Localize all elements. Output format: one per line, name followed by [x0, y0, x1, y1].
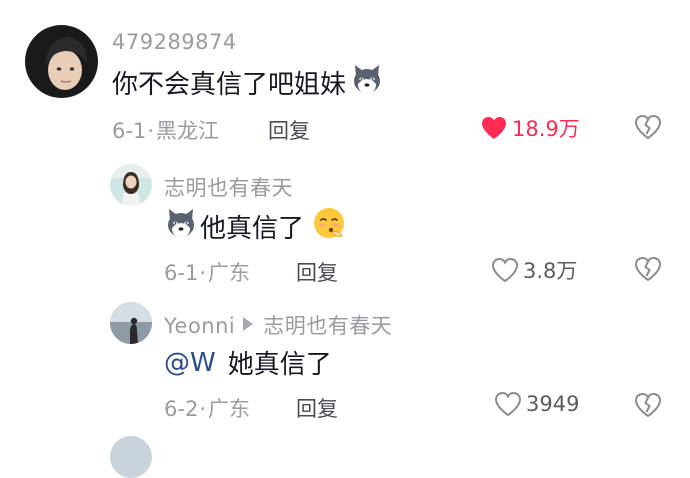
seaside-figure-avatar-icon: [110, 302, 152, 344]
reply-to-username[interactable]: 志明也有春天: [263, 314, 392, 338]
reply-button[interactable]: 回复: [268, 115, 310, 145]
dislike-button[interactable]: [634, 114, 662, 144]
comment-location: 黑龙江: [156, 119, 219, 143]
comment-text: @W 她真信了: [164, 344, 332, 381]
avatar[interactable]: [25, 25, 98, 98]
broken-heart-icon: [634, 114, 662, 140]
avatar[interactable]: [110, 302, 152, 344]
comment-username[interactable]: Yeonni: [164, 314, 235, 338]
reply-arrow-icon: [243, 317, 254, 331]
husky-emoji-icon: [164, 206, 198, 247]
like-count: 3949: [526, 392, 580, 416]
comment-meta: 6-2·广东: [164, 393, 250, 423]
heart-filled-icon: [482, 117, 506, 139]
reply-button[interactable]: 回复: [296, 257, 338, 287]
comment-text-body: 他真信了: [200, 214, 305, 244]
meta-separator: ·: [147, 119, 154, 143]
like-count: 18.9万: [512, 117, 580, 141]
comment-date: 6-2: [164, 397, 199, 421]
comment-location: 广东: [208, 397, 250, 421]
comment-username[interactable]: 志明也有春天: [164, 172, 293, 202]
comment-text-body: 她真信了: [227, 350, 332, 380]
comment-text: 他真信了: [164, 206, 346, 247]
comment-meta: 6-1·黑龙江: [112, 115, 219, 145]
reply-button[interactable]: 回复: [296, 393, 338, 423]
avatar[interactable]: [110, 164, 152, 206]
like-button[interactable]: 18.9万: [480, 113, 580, 143]
comment-date: 6-1: [112, 119, 147, 143]
like-button[interactable]: 3.8万: [491, 255, 577, 285]
child-portrait-avatar-icon: [25, 25, 98, 98]
husky-emoji-icon: [350, 62, 384, 103]
broken-heart-icon: [634, 256, 662, 282]
dislike-button[interactable]: [634, 256, 662, 286]
broken-heart-icon: [634, 392, 662, 418]
comment-date: 6-1: [164, 261, 199, 285]
dislike-button[interactable]: [634, 392, 662, 422]
avatar[interactable]: [110, 436, 152, 478]
comment-text-body: 你不会真信了吧姐妹: [112, 70, 347, 100]
mention-link[interactable]: @W: [164, 348, 216, 378]
meta-separator: ·: [199, 397, 206, 421]
smirk-emoji-icon: [312, 206, 346, 247]
heart-outline-icon: [494, 391, 522, 417]
comment-username-row: Yeonni 志明也有春天: [164, 310, 392, 340]
comment-location: 广东: [208, 261, 250, 285]
comment-meta: 6-1·广东: [164, 257, 250, 287]
heart-outline-icon: [491, 257, 519, 283]
like-button[interactable]: 3949: [494, 391, 579, 417]
woman-portrait-avatar-icon: [110, 164, 152, 206]
meta-separator: ·: [199, 261, 206, 285]
like-count: 3.8万: [523, 259, 578, 283]
comment-text: 你不会真信了吧姐妹: [112, 62, 384, 103]
comment-username[interactable]: 479289874: [112, 30, 237, 54]
